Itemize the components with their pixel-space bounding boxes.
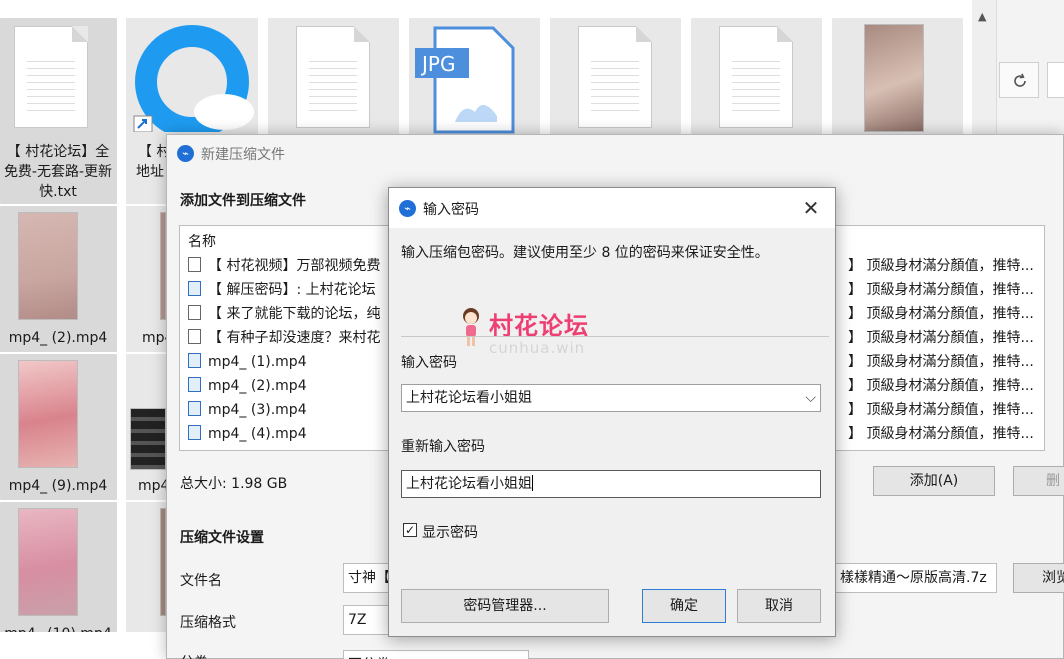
browse-button[interactable]: 浏览 [1013,563,1064,593]
explorer-tile-doc[interactable] [691,18,822,136]
column-header-name[interactable]: 名称 [188,231,216,251]
chevron-down-icon[interactable]: ⌵ [805,385,816,411]
file-name: 【 解压密码】: 上村花论坛 [208,282,376,298]
password-hint: 输入压缩包密码。建议使用至少 8 位的密码来保证安全性。 [401,245,769,261]
password-input[interactable]: 上村花论坛看小姐姐 ⌵ [401,384,821,412]
add-button[interactable]: 添加(A) [873,466,995,496]
password-label: 输入密码 [401,355,457,371]
watermark-subtitle: cunhua.win [489,339,586,357]
text-file-icon [188,257,201,272]
filename-input-left[interactable]: 寸神【基 [343,563,391,593]
jpg-file-icon: JPG [415,26,515,134]
video-thumbnail [18,360,78,468]
filename-input-right[interactable]: 樣樣精通～原版高清.7z [835,563,997,593]
password-dialog-title: 输入密码 [423,202,479,218]
tile-label: mp4 [138,478,170,494]
delete-button[interactable]: 删 [1013,466,1064,496]
image-thumbnail [864,24,924,132]
show-password-label[interactable]: 显示密码 [422,522,478,542]
text-cursor [532,475,533,491]
tile-label: mp4_ (9).mp4 [8,478,108,494]
video-thumbnail [18,212,78,320]
file-desc: 】 顶級身材滿分顏值，推特... [848,306,1034,322]
explorer-tile-doc[interactable] [550,18,681,136]
file-name: mp4_ (3).mp4 [208,402,307,418]
repeat-password-label: 重新输入密码 [401,439,485,455]
file-name: 【 村花视频】万部视频免费 [208,258,381,274]
app-logo-icon: ⌁ [399,200,416,217]
text-file-icon [188,305,201,320]
explorer-tile-image[interactable] [832,18,963,136]
file-desc: 】 顶級身材滿分顏值，推特... [848,426,1034,442]
tile-label: 【 村花论坛】全免费-无套路-更新快.txt [3,144,113,200]
video-file-icon [188,425,201,440]
explorer-tile-video[interactable]: mp4_ (10).mp4 [0,502,117,632]
file-desc: 】 顶級身材滿分顏值，推特... [848,354,1034,370]
close-icon[interactable]: ✕ [797,196,825,220]
file-desc: 】 顶級身材滿分顏值，推特... [848,330,1034,346]
explorer-tile-doc[interactable] [268,18,399,136]
divider [401,336,829,337]
text-file-icon [14,26,88,128]
explorer-tile-video[interactable]: mp4_ (9).mp4 [0,354,117,500]
total-size: 总大小: 1.98 GB [180,476,288,492]
tile-label: mp4_ (10).mp4 [0,624,116,632]
explorer-tile-txt[interactable]: 【 村花论坛】全免费-无套路-更新快.txt [0,18,117,204]
filename-label: 文件名 [180,573,222,589]
file-name: mp4_ (2).mp4 [208,378,307,394]
repeat-password-input[interactable]: 上村花论坛看小姐姐 [401,470,821,498]
refresh-icon [1014,73,1026,87]
ok-button[interactable]: 确定 [642,589,726,623]
file-desc: 】 顶級身材滿分顏值，推特... [848,378,1034,394]
document-icon [719,26,793,128]
video-file-icon [188,377,201,392]
app-logo-icon: ⌁ [177,145,194,162]
explorer-tile-video[interactable]: mp4_ (2).mp4 [0,206,117,352]
file-name: 【 来了就能下载的论坛，纯 [208,306,381,322]
document-icon [296,26,370,128]
repeat-password-value: 上村花论坛看小姐姐 [406,476,532,492]
file-name: mp4_ (1).mp4 [208,354,307,370]
password-dialog-titlebar[interactable]: ⌁ 输入密码 ✕ [389,188,835,228]
split-select[interactable]: 不分卷 [343,650,529,659]
explorer-tile-jpg[interactable]: JPG [409,18,540,136]
scroll-up-arrow[interactable]: ▲ [978,10,986,23]
explorer-tile-video[interactable]: mp4 [126,354,170,500]
browser-shortcut-icon [133,25,254,132]
password-manager-button[interactable]: 密码管理器... [401,589,609,623]
format-label: 压缩格式 [180,615,236,631]
archive-settings-title: 压缩文件设置 [180,530,264,546]
file-name: 【 有种子却没速度？来村花 [208,330,381,346]
explorer-tile-video[interactable] [126,502,166,632]
video-thumbnail [130,408,166,470]
video-file-icon [188,353,201,368]
link-file-icon [188,281,201,296]
tile-label: mp4_ (2).mp4 [8,330,108,346]
girl-mascot-icon [463,308,479,346]
file-name: mp4_ (4).mp4 [208,426,307,442]
file-desc: 】 顶級身材滿分顏值，推特... [848,282,1034,298]
cancel-button[interactable]: 取消 [737,589,821,623]
dialog-title: 新建压缩文件 [201,147,285,163]
format-select[interactable]: 7Z [343,605,391,635]
svg-text:JPG: JPG [420,52,455,76]
document-icon [578,26,652,128]
explorer-tile-video[interactable]: mp4 [126,206,173,352]
show-password-checkbox[interactable]: ✓ [403,523,417,537]
refresh-button[interactable] [999,62,1039,98]
password-input-value: 上村花论坛看小姐姐 [406,390,532,406]
file-desc: 】 顶級身材滿分顏值，推特... [848,258,1034,274]
add-files-section-title: 添加文件到压缩文件 [180,193,306,209]
search-box-edge[interactable] [1047,62,1064,98]
video-thumbnail [18,508,78,616]
text-file-icon [188,329,201,344]
password-dialog: ⌁ 输入密码 ✕ 输入压缩包密码。建议使用至少 8 位的密码来保证安全性。 村花… [388,187,836,637]
split-label: 分卷 [180,652,208,659]
video-file-icon [188,401,201,416]
file-desc: 】 顶級身材滿分顏值，推特... [848,402,1034,418]
